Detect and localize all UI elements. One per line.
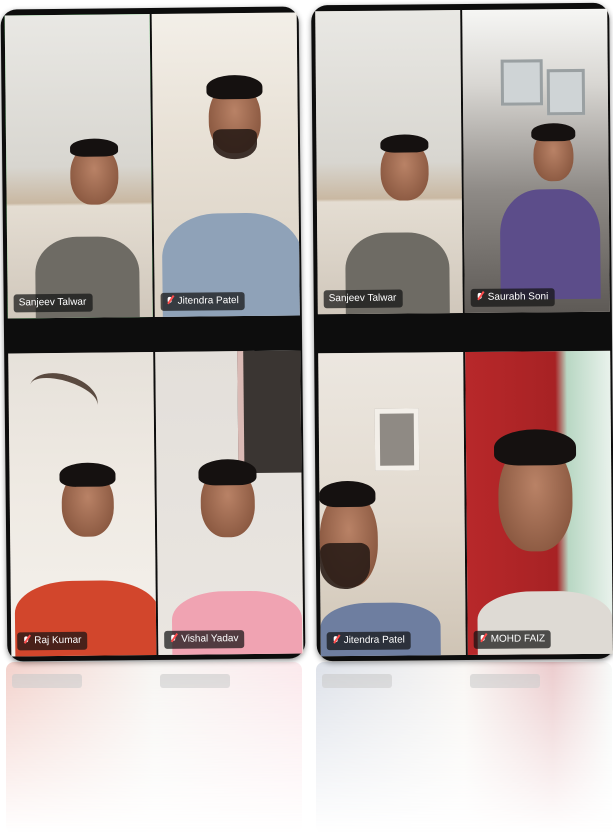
video-tile-saurabh-soni[interactable]: Saurabh Soni — [462, 8, 610, 313]
mic-muted-icon — [476, 293, 485, 303]
participant-name-tag: Sanjeev Talwar — [323, 289, 403, 309]
participant-name-tag: Raj Kumar — [17, 631, 88, 651]
participant-name: Sanjeev Talwar — [18, 296, 87, 309]
video-call-screen-left: Sanjeev Talwar Jitendra Patel Raj Kumar — [0, 6, 306, 662]
mic-muted-icon — [479, 635, 488, 645]
participant-video — [462, 9, 610, 313]
participant-name: Sanjeev Talwar — [328, 292, 397, 305]
participant-video — [465, 351, 613, 655]
video-tile-sanjeev-talwar[interactable]: Sanjeev Talwar — [4, 14, 153, 319]
video-tile-sanjeev-talwar[interactable]: Sanjeev Talwar — [315, 10, 463, 315]
participant-name-tag: Sanjeev Talwar — [13, 293, 93, 313]
video-call-screen-right: Sanjeev Talwar Saurabh Soni Jitendra Pat — [311, 2, 613, 662]
video-tile-jitendra-patel[interactable]: Jitendra Patel — [318, 351, 466, 657]
participant-video — [152, 12, 300, 317]
participant-video — [8, 352, 157, 657]
participant-name: Vishal Yadav — [181, 633, 239, 645]
mic-muted-icon — [169, 635, 178, 645]
participant-name-tag: Vishal Yadav — [164, 630, 245, 649]
mic-muted-icon — [22, 636, 31, 646]
participant-video — [155, 350, 303, 655]
participant-name: Saurabh Soni — [487, 291, 549, 303]
participant-video — [318, 352, 466, 657]
reflected-name-tag — [322, 674, 392, 688]
video-tile-jitendra-patel[interactable]: Jitendra Patel — [151, 12, 300, 317]
participant-name: MOHD FAIZ — [490, 633, 546, 645]
mic-muted-icon — [166, 297, 175, 307]
participant-name-tag: Jitendra Patel — [160, 292, 245, 311]
reflected-name-tag — [12, 674, 82, 688]
participant-name-tag: MOHD FAIZ — [473, 630, 552, 649]
participant-name: Jitendra Patel — [177, 295, 239, 307]
participant-name: Jitendra Patel — [343, 634, 405, 647]
participant-name-tag: Jitendra Patel — [326, 631, 411, 651]
participant-name: Raj Kumar — [34, 634, 82, 647]
reflected-name-tag — [160, 674, 230, 688]
video-tile-vishal-yadav[interactable]: Vishal Yadav — [155, 350, 304, 655]
reflected-name-tag — [470, 674, 540, 688]
participant-name-tag: Saurabh Soni — [470, 288, 555, 307]
mic-muted-icon — [332, 636, 341, 646]
video-tile-mohd-faiz[interactable]: MOHD FAIZ — [465, 350, 613, 655]
video-tile-raj-kumar[interactable]: Raj Kumar — [8, 351, 157, 657]
participant-video — [315, 10, 463, 315]
participant-video — [5, 14, 153, 319]
mirror-reflection — [0, 662, 613, 834]
